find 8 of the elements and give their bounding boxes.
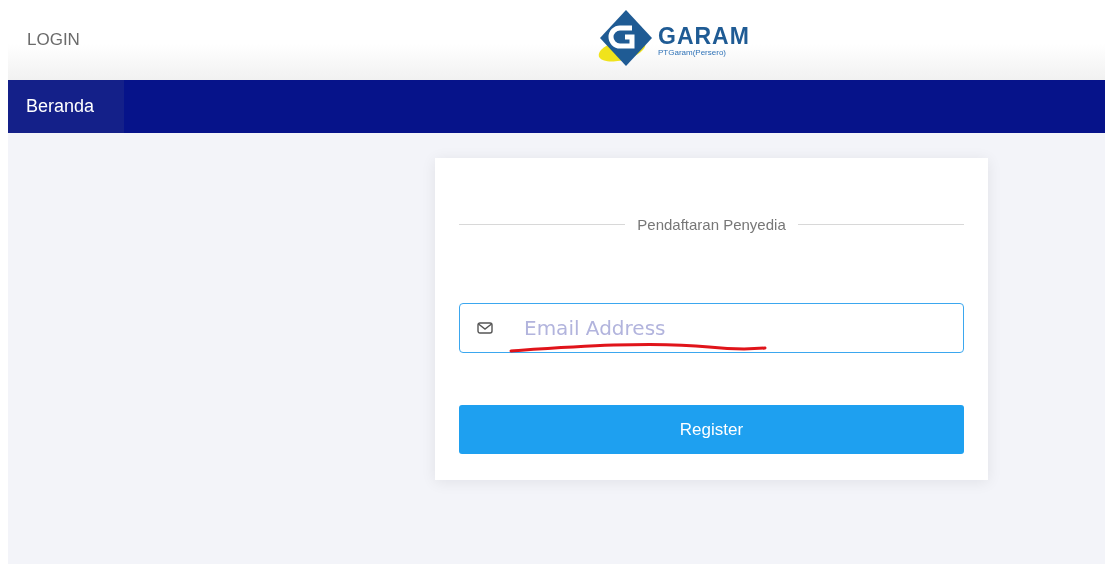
login-link[interactable]: LOGIN xyxy=(27,30,80,50)
register-button[interactable]: Register xyxy=(459,405,964,454)
form-title: Pendaftaran Penyedia xyxy=(637,215,786,233)
email-field[interactable]: Email Address xyxy=(459,303,964,353)
logo-subtitle: PTGaram(Persero) xyxy=(658,48,726,58)
mail-icon xyxy=(477,322,493,334)
nav-item[interactable]: Beranda xyxy=(8,80,124,133)
logo-name: GARAM xyxy=(658,24,750,48)
